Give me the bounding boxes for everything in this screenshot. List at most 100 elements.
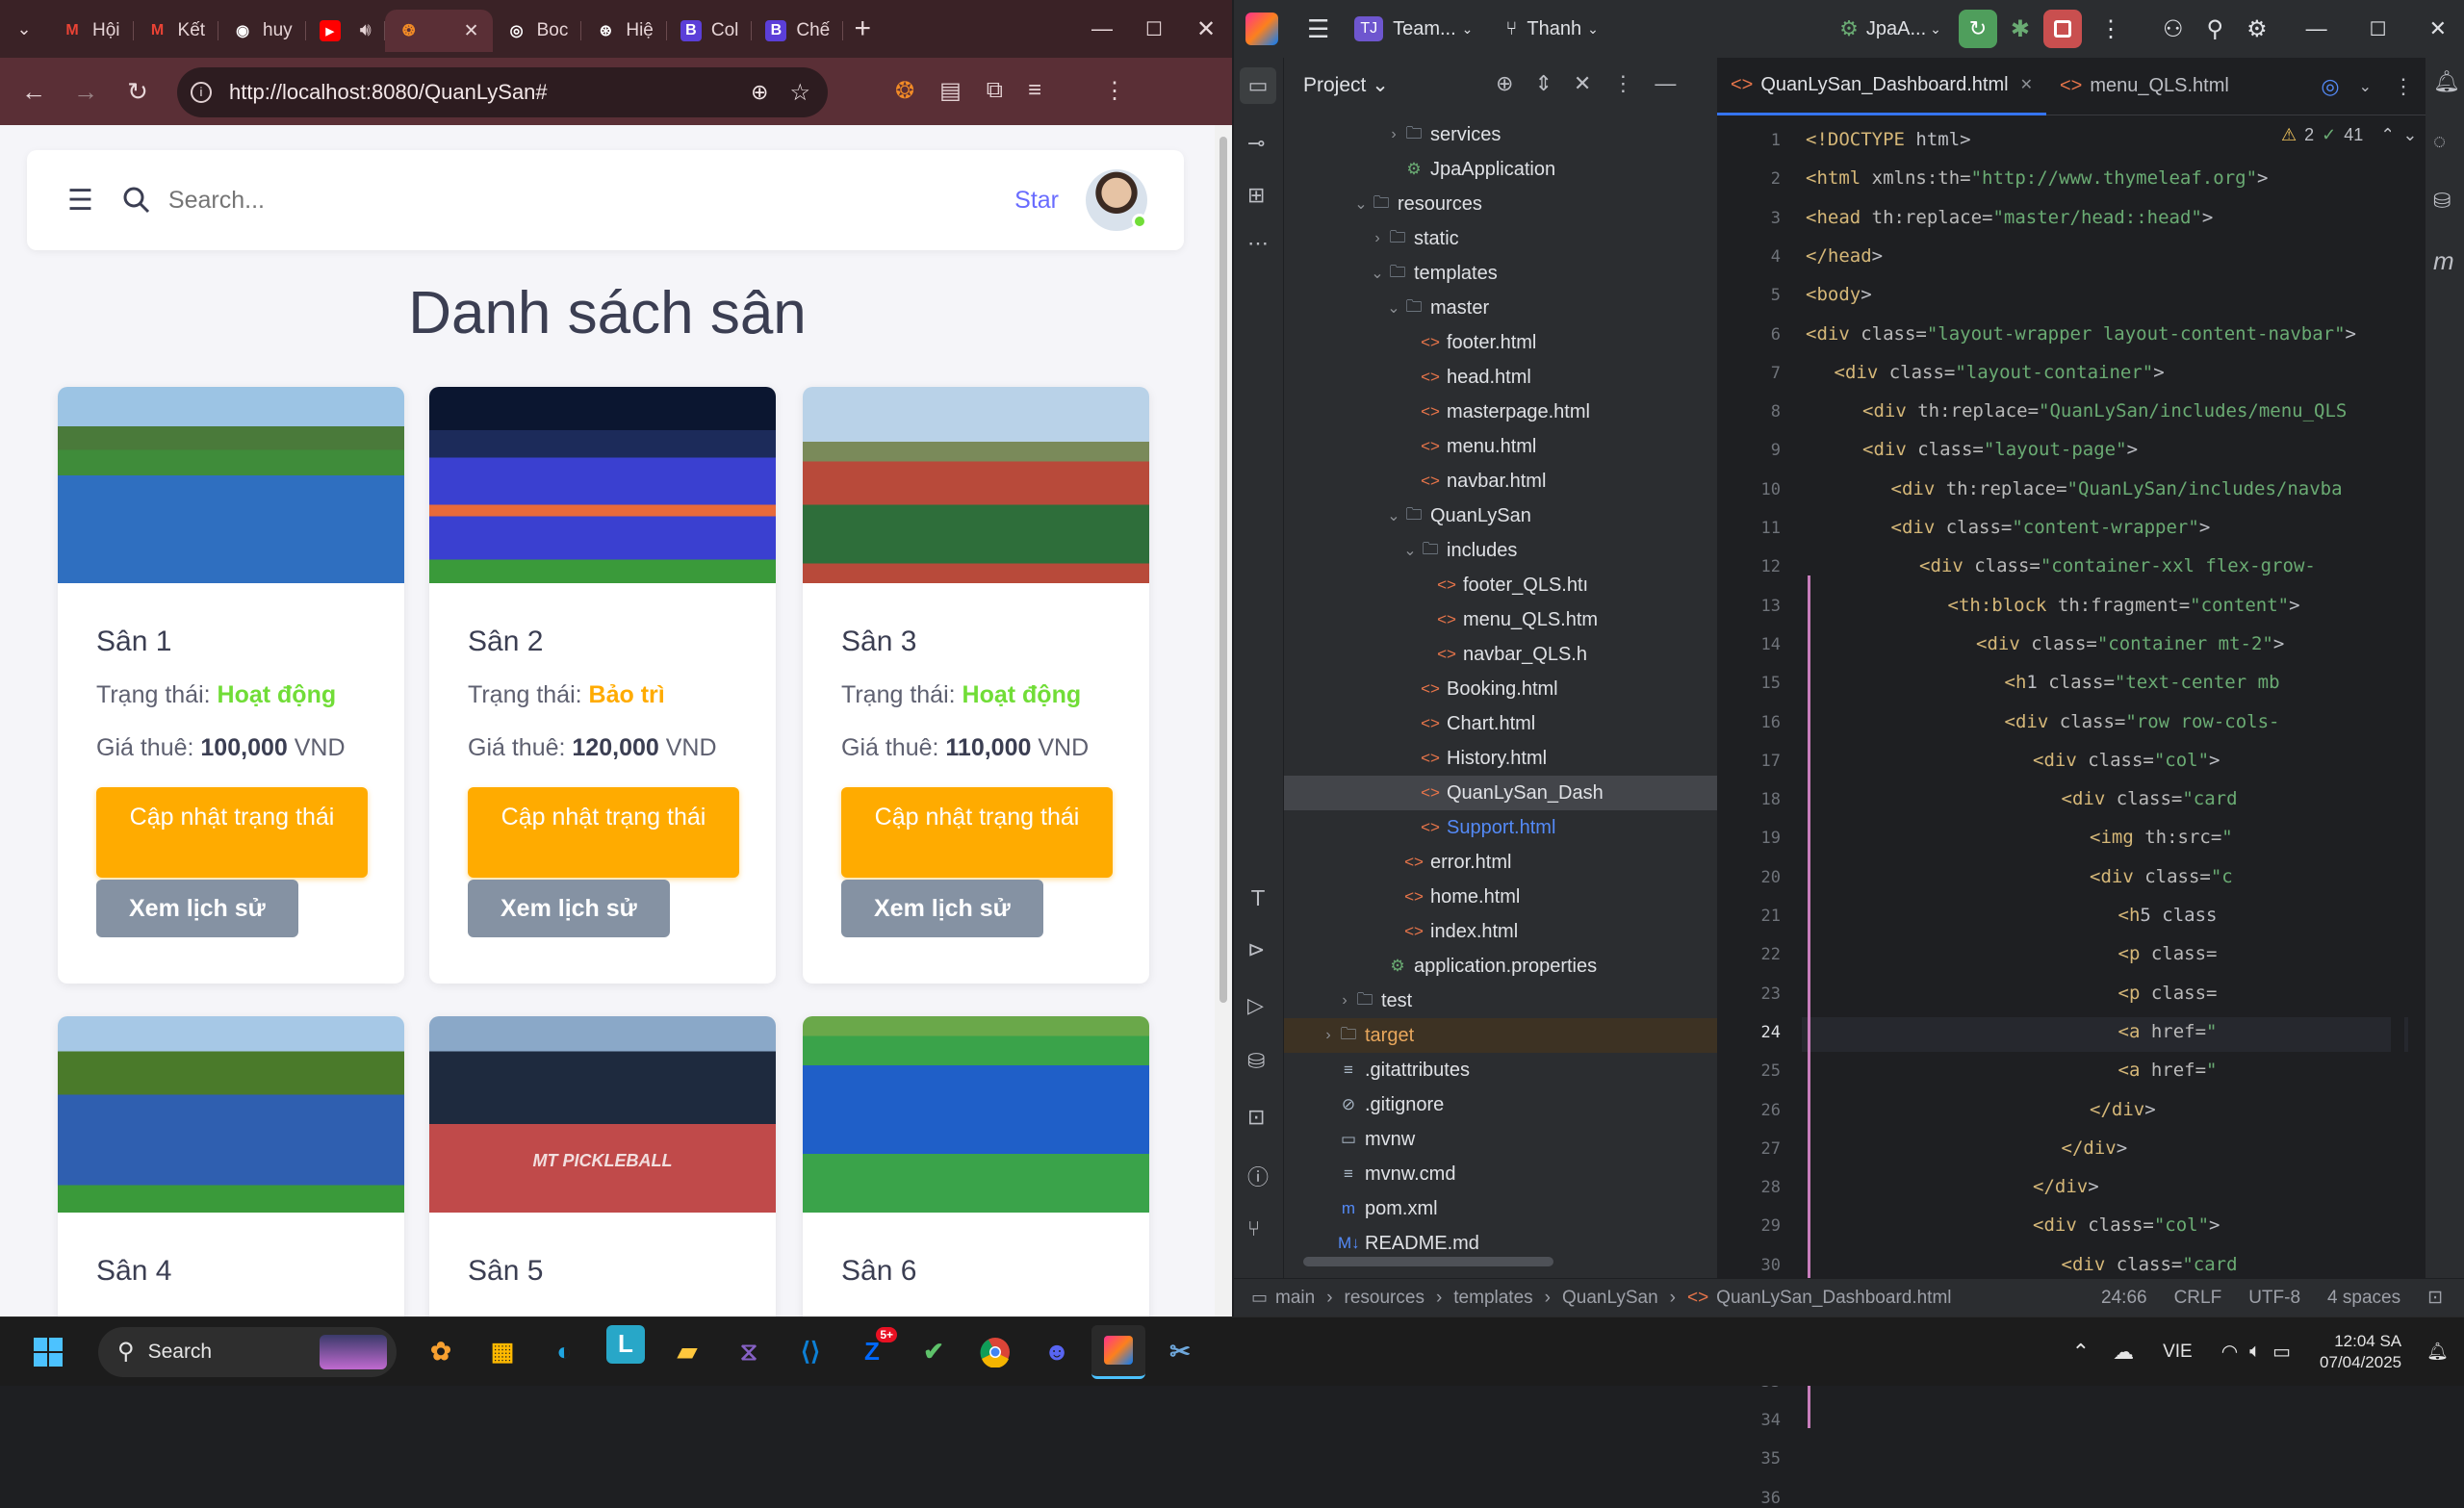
main-menu-icon[interactable]: ☰ bbox=[1307, 14, 1329, 44]
media-controls-icon[interactable]: ≡ bbox=[1028, 77, 1041, 105]
update-status-button[interactable]: Cập nhật trạng thái bbox=[468, 787, 739, 878]
tree-item[interactable]: ≡ .gitattributes bbox=[1284, 1053, 1717, 1087]
tree-item[interactable]: <> error.html bbox=[1284, 845, 1717, 880]
caret-position[interactable]: 24:66 bbox=[2101, 1288, 2147, 1309]
services-icon[interactable]: ⊳ bbox=[1247, 937, 1265, 962]
indent-setting[interactable]: 4 spaces bbox=[2327, 1288, 2400, 1309]
maven-icon[interactable]: m bbox=[2433, 246, 2454, 276]
tree-item[interactable]: m pom.xml bbox=[1284, 1191, 1717, 1226]
clock[interactable]: 12:04 SA 07/04/2025 bbox=[2320, 1331, 2401, 1373]
chevron-right-icon[interactable]: › bbox=[1319, 1027, 1338, 1044]
add-user-icon[interactable]: ⚇ bbox=[2163, 15, 2184, 43]
chevron-right-icon[interactable]: › bbox=[1335, 992, 1354, 1010]
scrollbar-thumb[interactable] bbox=[1219, 137, 1227, 1003]
search-input[interactable] bbox=[167, 186, 938, 215]
tab-options-icon[interactable]: ⋮ bbox=[2393, 74, 2414, 99]
taskbar-search[interactable]: ⚲ Search bbox=[98, 1326, 397, 1377]
tree-item[interactable]: › 🗀︎ target bbox=[1284, 1018, 1717, 1053]
database-icon[interactable]: ⛁ bbox=[2433, 189, 2451, 214]
view-history-button[interactable]: Xem lịch sử bbox=[468, 880, 670, 937]
file-explorer-icon[interactable]: ▰ bbox=[660, 1325, 714, 1379]
chevron-down-icon[interactable]: ⌄ bbox=[1384, 506, 1403, 525]
tree-item[interactable]: <> navbar_QLS.h bbox=[1284, 637, 1717, 672]
browser-tab[interactable]: B Chế bbox=[752, 10, 844, 52]
browser-tab[interactable]: B Col bbox=[667, 10, 753, 52]
page-scrollbar[interactable] bbox=[1215, 125, 1232, 1316]
tree-item[interactable]: <> menu.html bbox=[1284, 429, 1717, 464]
update-status-button[interactable]: Cập nhật trạng thái bbox=[96, 787, 368, 878]
editor-scrollbar[interactable] bbox=[2391, 115, 2404, 1278]
browser-tab[interactable]: ❂ ✕ bbox=[384, 10, 493, 52]
discord-icon[interactable]: ☻ bbox=[1030, 1325, 1084, 1379]
windows-start-icon[interactable] bbox=[21, 1325, 75, 1379]
tree-item[interactable]: <> masterpage.html bbox=[1284, 395, 1717, 429]
ai-assistant-icon[interactable]: ◎ bbox=[2321, 74, 2339, 99]
database-icon[interactable]: ⛁ bbox=[1247, 1049, 1265, 1074]
browser-menu-icon[interactable]: ⋮ bbox=[1103, 77, 1126, 105]
breadcrumb-item[interactable]: templates bbox=[1453, 1288, 1532, 1309]
run-config-name[interactable]: JpaA... bbox=[1866, 18, 1926, 40]
tree-item[interactable]: <> footer_QLS.htı bbox=[1284, 568, 1717, 602]
close-tab-icon[interactable]: ✕ bbox=[2020, 75, 2033, 94]
back-icon[interactable]: ← bbox=[8, 65, 60, 117]
options-icon[interactable]: ⋮ bbox=[1612, 71, 1633, 96]
reading-list-icon[interactable]: ▤ bbox=[939, 77, 962, 105]
wifi-icon[interactable]: ◠ bbox=[2221, 1340, 2238, 1364]
code-text-area[interactable]: <!DOCTYPE html> <html xmlns:th="http://ww… bbox=[1802, 115, 2408, 1278]
project-panel-title[interactable]: Project ⌄ bbox=[1303, 73, 1389, 97]
zoom-icon[interactable]: ⊕ bbox=[751, 80, 768, 105]
git-icon[interactable]: ⑂ bbox=[1247, 1216, 1260, 1241]
tab-list-chevron-icon[interactable]: ⌄ bbox=[2359, 77, 2372, 96]
tree-item[interactable]: › 🗀︎ services bbox=[1284, 117, 1717, 152]
utility-app-icon[interactable]: ✔ bbox=[907, 1325, 961, 1379]
expand-icon[interactable]: ⇕ bbox=[1534, 71, 1552, 96]
tree-item[interactable]: › 🗀︎ static bbox=[1284, 221, 1717, 256]
breadcrumb-item[interactable]: main bbox=[1275, 1288, 1315, 1309]
close-tab-icon[interactable]: ✕ bbox=[464, 20, 479, 42]
zalo-icon[interactable]: Z 5+ bbox=[845, 1325, 899, 1379]
tree-item[interactable]: <> Support.html bbox=[1284, 810, 1717, 845]
maximize-button[interactable]: ☐ bbox=[2370, 17, 2387, 41]
chevron-right-icon[interactable]: › bbox=[1368, 230, 1387, 247]
copilot-icon[interactable]: ✿ bbox=[414, 1325, 468, 1379]
stop-icon[interactable] bbox=[2043, 10, 2083, 48]
breadcrumb-item[interactable]: QuanLySan_Dashboard.html bbox=[1716, 1288, 1951, 1309]
input-language[interactable]: VIE bbox=[2163, 1342, 2193, 1363]
tree-item[interactable]: <> navbar.html bbox=[1284, 464, 1717, 498]
browser-tab[interactable]: M Kết bbox=[134, 10, 219, 52]
store-icon[interactable]: ▦ bbox=[475, 1325, 529, 1379]
project-tool-icon[interactable]: ▭ bbox=[1240, 67, 1276, 104]
notification-bell-icon[interactable]: 🔔︎ bbox=[2426, 1342, 2449, 1362]
vscode-icon[interactable]: ⟨⟩ bbox=[783, 1325, 837, 1379]
endpoints-icon[interactable]: Ｔ bbox=[1247, 882, 1269, 912]
intellij-taskbar-icon[interactable] bbox=[1091, 1324, 1145, 1379]
tree-item[interactable]: ⊘ .gitignore bbox=[1284, 1087, 1717, 1122]
volume-icon[interactable]: 🔈︎ bbox=[2249, 1341, 2261, 1363]
edge-icon[interactable]: ◐ bbox=[537, 1325, 591, 1379]
tree-item[interactable]: <> History.html bbox=[1284, 741, 1717, 776]
bookmark-star-icon[interactable]: ☆ bbox=[789, 79, 810, 107]
more-tools-icon[interactable]: ⋯ bbox=[1247, 231, 1269, 256]
editor-tab-menu[interactable]: <> menu_QLS.html bbox=[2046, 58, 2243, 115]
tree-horizontal-scrollbar[interactable] bbox=[1303, 1257, 1553, 1266]
chevron-down-icon[interactable]: ⌄ bbox=[1368, 264, 1387, 283]
close-window-button[interactable]: ✕ bbox=[1180, 3, 1232, 55]
minimize-button[interactable]: — bbox=[2306, 16, 2327, 41]
tree-item[interactable]: ⌄ 🗀︎ QuanLySan bbox=[1284, 498, 1717, 533]
tree-item[interactable]: ⌄ 🗀︎ templates bbox=[1284, 256, 1717, 291]
star-link[interactable]: Star bbox=[1014, 187, 1059, 215]
close-window-button[interactable]: ✕ bbox=[2429, 16, 2447, 41]
terminal-icon[interactable]: ⊡ bbox=[1247, 1105, 1265, 1130]
notifications-icon[interactable]: 🔔︎ bbox=[2433, 69, 2460, 94]
minimize-button[interactable]: — bbox=[1076, 3, 1128, 55]
show-hidden-icons-chevron-icon[interactable]: ⌃ bbox=[2072, 1340, 2090, 1365]
maximize-button[interactable]: ☐ bbox=[1128, 3, 1180, 55]
tree-item[interactable]: ⌄ 🗀︎ resources bbox=[1284, 187, 1717, 221]
debug-icon[interactable]: ✱ bbox=[2011, 15, 2030, 43]
l-app-icon[interactable]: L bbox=[606, 1324, 645, 1364]
tree-item[interactable]: ▭ mvnw bbox=[1284, 1122, 1717, 1157]
browser-tab[interactable]: ◉ huy bbox=[218, 10, 306, 52]
audio-playing-icon[interactable]: 🔊︎ bbox=[360, 20, 372, 41]
visual-studio-icon[interactable]: ⧖ bbox=[722, 1325, 776, 1379]
site-info-icon[interactable]: i bbox=[191, 82, 212, 103]
